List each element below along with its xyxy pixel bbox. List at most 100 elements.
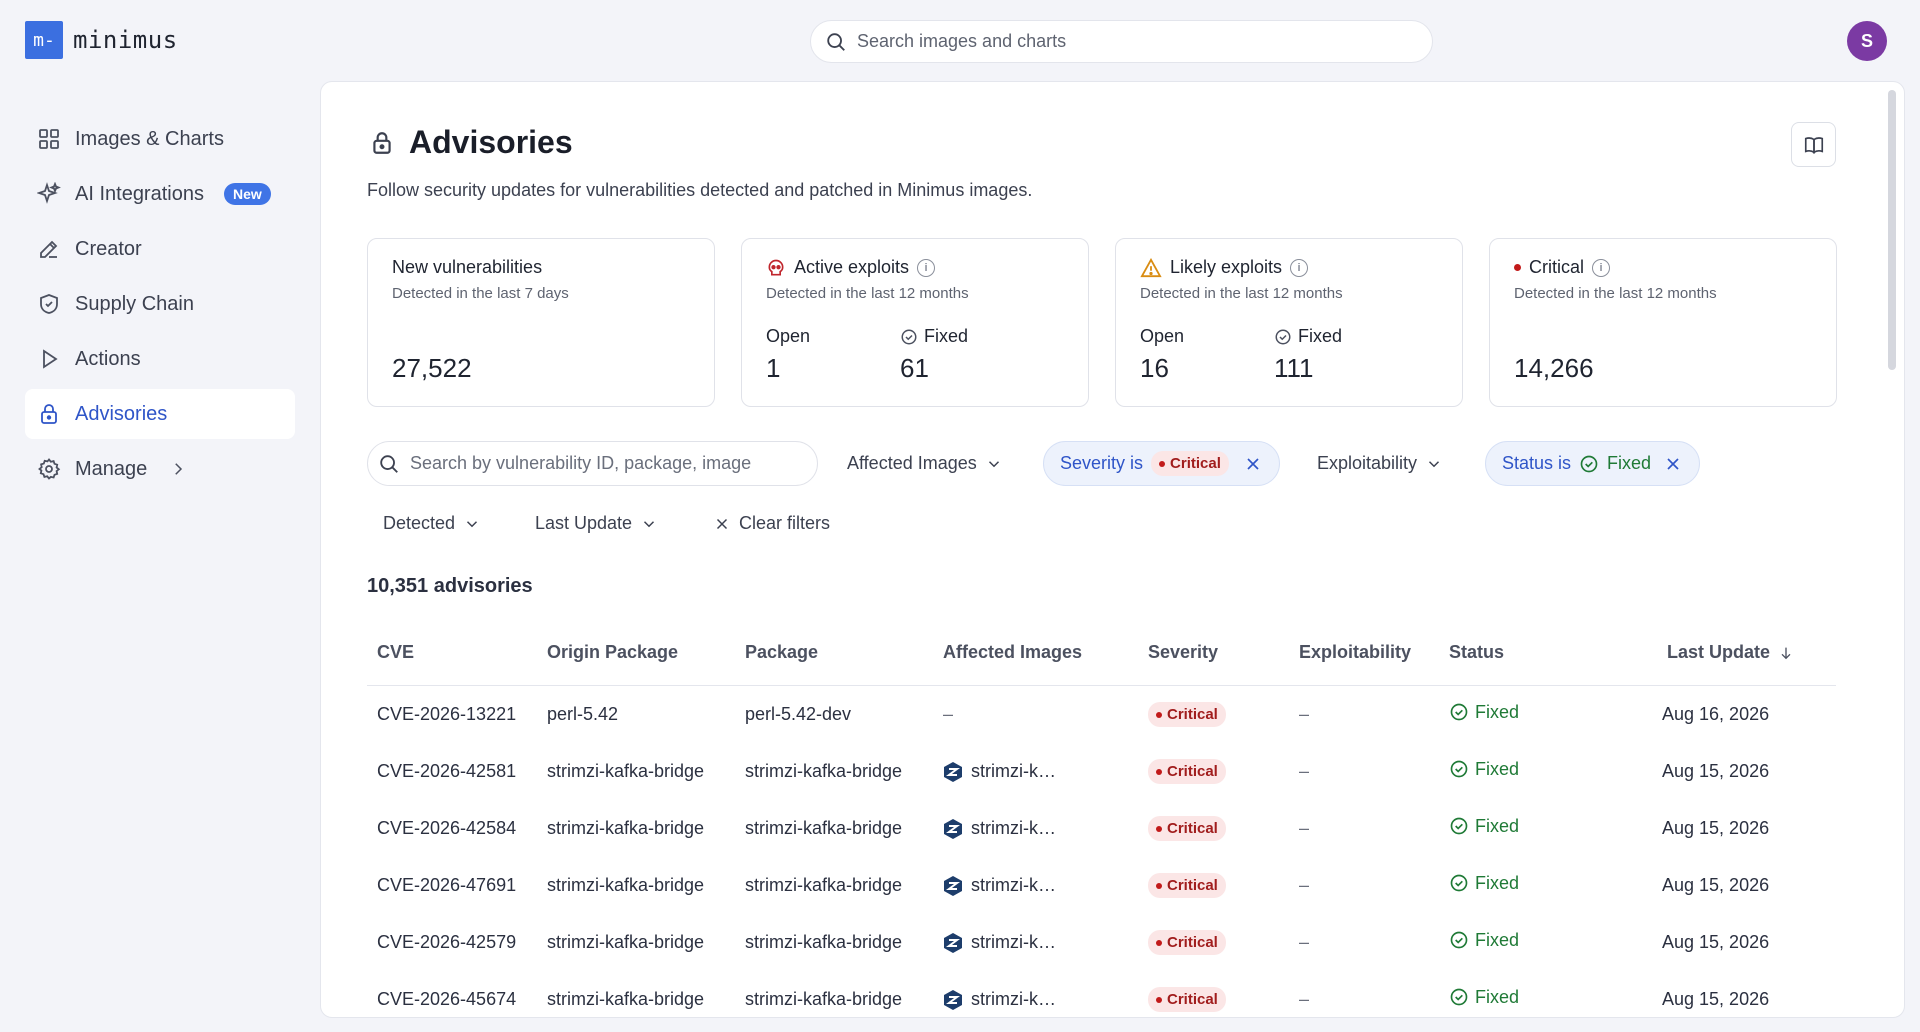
stat-active-exploits[interactable]: Active exploits i Detected in the last 1… xyxy=(741,238,1089,407)
column-header-cve[interactable]: CVE xyxy=(367,642,547,663)
stat-value: 27,522 xyxy=(392,353,472,383)
app-logo[interactable]: m- minimus xyxy=(25,21,178,59)
last-update-filter[interactable]: Last Update xyxy=(535,501,658,546)
critical-dot-icon xyxy=(1159,460,1166,467)
column-header-affected-images[interactable]: Affected Images xyxy=(943,642,1148,663)
stat-title: Active exploits i xyxy=(766,257,936,278)
info-icon[interactable]: i xyxy=(1290,258,1309,277)
cve-id[interactable]: CVE-2026-47691 xyxy=(377,875,547,896)
advisory-search-placeholder: Search by vulnerability ID, package, ima… xyxy=(410,453,752,473)
status-fixed: Fixed xyxy=(1449,816,1519,837)
table-row[interactable]: CVE-2026-42584 strimzi-kafka-bridge stri… xyxy=(367,800,1836,857)
critical-dot-icon xyxy=(1156,711,1162,718)
warning-icon xyxy=(1140,257,1162,277)
critical-badge: Critical xyxy=(1148,930,1226,956)
affected-image-link[interactable]: strimzi-kafka-bridge xyxy=(971,761,1061,782)
severity-text: Critical xyxy=(1167,991,1218,1009)
affected-image-cell: strimzi-kafka-bridge xyxy=(943,761,1148,783)
cve-id[interactable]: CVE-2026-42581 xyxy=(377,761,547,782)
sidebar-item-advisories[interactable]: Advisories xyxy=(25,389,295,439)
origin-package: strimzi-kafka-bridge xyxy=(547,932,705,952)
stat-title-text: Critical xyxy=(1529,257,1585,277)
table-row[interactable]: CVE-2026-13221 perl-5.42 perl-5.42-dev –… xyxy=(367,686,1836,743)
check-circle-icon xyxy=(1450,703,1468,721)
critical-dot-icon xyxy=(1156,825,1162,832)
table-row[interactable]: CVE-2026-47691 strimzi-kafka-bridge stri… xyxy=(367,857,1836,914)
advisory-search-input[interactable]: Search by vulnerability ID, package, ima… xyxy=(367,441,818,486)
detected-filter[interactable]: Detected xyxy=(383,501,481,546)
critical-badge-text: Critical xyxy=(1170,455,1221,472)
column-header-label: Last Update xyxy=(1667,642,1771,662)
scrollbar-thumb[interactable] xyxy=(1888,90,1896,370)
severity-filter-chip[interactable]: Severity is Critical xyxy=(1043,441,1280,486)
close-icon[interactable] xyxy=(1243,454,1263,474)
column-header-status[interactable]: Status xyxy=(1449,642,1652,663)
origin-package: strimzi-kafka-bridge xyxy=(547,989,705,1009)
affected-image-cell: strimzi-kafka-bridge xyxy=(943,932,1148,954)
strimzi-logo-icon xyxy=(944,989,962,1010)
fixed-label: Fixed xyxy=(900,326,968,347)
sidebar-item-manage[interactable]: Manage xyxy=(25,444,295,494)
sidebar-item-label: Manage xyxy=(75,457,148,480)
status-fixed: Fixed xyxy=(1449,702,1519,723)
table-row[interactable]: CVE-2026-42581 strimzi-kafka-bridge stri… xyxy=(367,743,1836,800)
exploitability-filter[interactable]: Exploitability xyxy=(1317,441,1443,486)
check-circle-icon xyxy=(1450,817,1468,835)
global-search-input[interactable]: Search images and charts xyxy=(810,20,1433,63)
stat-subtitle: Detected in the last 7 days xyxy=(392,285,569,302)
page-title: Advisories xyxy=(369,124,573,161)
cve-id[interactable]: CVE-2026-42579 xyxy=(377,932,547,953)
search-icon xyxy=(827,32,845,51)
affected-image-link[interactable]: strimzi-kafka-bridge xyxy=(971,875,1061,896)
sidebar-item-ai-integrations[interactable]: AI Integrations New xyxy=(25,169,295,219)
severity-text: Critical xyxy=(1167,763,1218,781)
stat-subtitle: Detected in the last 12 months xyxy=(1140,285,1343,302)
status-filter-chip[interactable]: Status is Fixed xyxy=(1485,441,1701,486)
grid-icon xyxy=(39,129,59,149)
info-icon[interactable]: i xyxy=(1592,258,1611,277)
sidebar-item-creator[interactable]: Creator xyxy=(25,224,295,274)
critical-dot-icon xyxy=(1156,996,1162,1003)
stat-new-vulnerabilities[interactable]: New vulnerabilities Detected in the last… xyxy=(367,238,715,407)
package: strimzi-kafka-bridge xyxy=(745,818,903,838)
sidebar-item-actions[interactable]: Actions xyxy=(25,334,295,384)
affected-image-link[interactable]: strimzi-kafka-bridge xyxy=(971,932,1061,953)
affected-image-empty: – xyxy=(943,704,954,724)
docs-button[interactable] xyxy=(1791,122,1836,167)
chevron-down-icon xyxy=(467,520,478,527)
stat-title-text: Active exploits xyxy=(794,257,910,277)
table-row[interactable]: CVE-2026-42579 strimzi-kafka-bridge stri… xyxy=(367,914,1836,971)
package: strimzi-kafka-bridge xyxy=(745,875,903,895)
status-fixed: Fixed xyxy=(1449,930,1519,951)
clear-filters-button[interactable]: Clear filters xyxy=(713,501,830,546)
stat-critical[interactable]: Critical i Detected in the last 12 month… xyxy=(1489,238,1837,407)
column-header-package[interactable]: Package xyxy=(745,642,943,663)
affected-image-link[interactable]: strimzi-kafka-bridge xyxy=(971,818,1061,839)
chevron-down-icon xyxy=(988,460,999,467)
chevron-right-icon xyxy=(175,463,183,475)
cve-id[interactable]: CVE-2026-45674 xyxy=(377,989,547,1010)
check-circle-icon xyxy=(1450,874,1468,892)
status-text: Fixed xyxy=(1475,929,1520,950)
affected-image-link[interactable]: strimzi-kafka-bridge xyxy=(971,989,1061,1010)
affected-images-filter[interactable]: Affected Images xyxy=(847,441,1003,486)
close-icon[interactable] xyxy=(1663,454,1683,474)
sidebar-item-images-charts[interactable]: Images & Charts xyxy=(25,114,295,164)
fixed-value: 61 xyxy=(900,353,929,383)
filter-label: Affected Images xyxy=(847,453,977,473)
cve-id[interactable]: CVE-2026-13221 xyxy=(377,704,547,725)
sidebar-item-supply-chain[interactable]: Supply Chain xyxy=(25,279,295,329)
column-header-origin-package[interactable]: Origin Package xyxy=(547,642,745,663)
sidebar-item-label: Actions xyxy=(75,347,141,370)
stat-likely-exploits[interactable]: Likely exploits i Detected in the last 1… xyxy=(1115,238,1463,407)
status-fixed: Fixed xyxy=(1449,873,1519,894)
critical-dot-icon xyxy=(1156,882,1162,889)
column-header-last-update[interactable]: Last Update xyxy=(1652,642,1836,663)
user-avatar[interactable]: S xyxy=(1847,21,1887,61)
column-header-exploitability[interactable]: Exploitability xyxy=(1299,642,1449,663)
info-icon[interactable]: i xyxy=(917,258,936,277)
table-row[interactable]: CVE-2026-45674 strimzi-kafka-bridge stri… xyxy=(367,971,1836,1017)
column-header-severity[interactable]: Severity xyxy=(1148,642,1299,663)
last-update-date: Aug 15, 2026 xyxy=(1662,761,1770,781)
cve-id[interactable]: CVE-2026-42584 xyxy=(377,818,547,839)
